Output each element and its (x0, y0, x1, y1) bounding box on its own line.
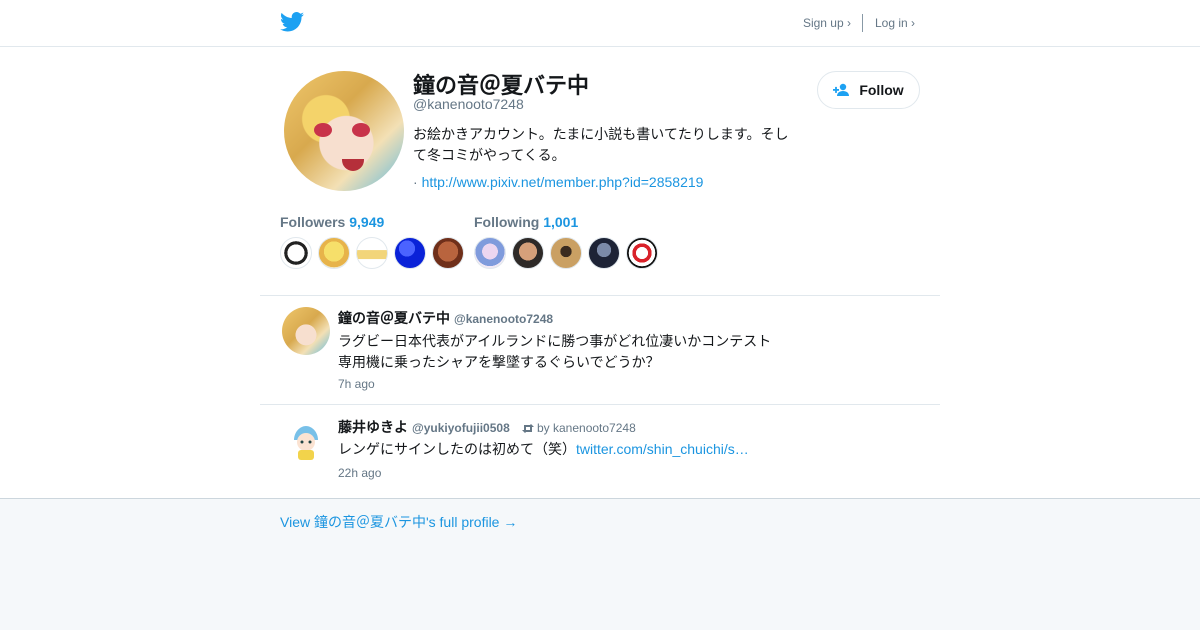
followers-label: Followers (280, 214, 346, 230)
avatar-mouth (342, 159, 364, 171)
tweet-author-handle: @yukiyofujii0508 (412, 421, 510, 435)
full-profile-link[interactable]: View 鐘の音＠夏バテ中's full profile → (280, 512, 517, 532)
retweet-icon (521, 424, 534, 433)
tweet-avatar[interactable] (282, 416, 330, 464)
followers-count: 9,949 (349, 214, 385, 230)
divider (260, 295, 940, 296)
follow-label: Follow (859, 82, 904, 98)
followers-stat[interactable]: Followers 9,949 (280, 214, 384, 230)
following-avatar[interactable] (550, 237, 582, 269)
retweet-info: by kanenooto7248 (521, 421, 636, 435)
avatar-eye-right (352, 123, 370, 137)
tweet-text: ラグビー日本代表がアイルランドに勝つ事がどれ位凄いかコンテスト 専用機に乗ったシ… (338, 331, 778, 373)
tweet-text-body: レンゲにサインしたのは初めて（笑） (338, 441, 576, 457)
follower-avatar[interactable] (356, 237, 388, 269)
nav-divider (861, 14, 863, 32)
tweet-text-line: 専用機に乗ったシャアを撃墜するぐらいでどうか？ (338, 354, 660, 370)
top-nav: Sign up › Log in › (803, 14, 915, 32)
link-prefix: · (413, 174, 418, 190)
retweet-by: by kanenooto7248 (536, 421, 636, 435)
tweet-author[interactable]: 藤井ゆきよ @yukiyofujii0508 by kanenooto7248 (338, 417, 636, 437)
follower-avatar[interactable] (394, 237, 426, 269)
profile-handle[interactable]: @kanenooto7248 (413, 96, 524, 112)
twitter-bird-icon[interactable] (280, 11, 304, 33)
profile-website-link[interactable]: http://www.pixiv.net/member.php?id=28582… (422, 174, 704, 190)
tweet-timestamp[interactable]: 7h ago (338, 377, 375, 391)
profile-bio: お絵かきアカウント。たまに小説も書いてたりします。そして冬コミがやってくる。 (413, 126, 789, 163)
tweet-author[interactable]: 鐘の音＠夏バテ中 @kanenooto7248 (338, 308, 553, 328)
log-in-link[interactable]: Log in › (875, 16, 915, 30)
add-user-icon (833, 83, 850, 96)
tweet-link[interactable]: twitter.com/shin_chuichi/s… (576, 441, 749, 457)
top-bar: Sign up › Log in › (0, 0, 1200, 47)
following-avatar[interactable] (626, 237, 658, 269)
follower-avatar[interactable] (432, 237, 464, 269)
tweet-author-name: 藤井ゆきよ (338, 419, 408, 435)
profile-avatar[interactable] (284, 71, 404, 191)
avatar-eye-left (314, 123, 332, 137)
chibi-avatar-icon (294, 426, 318, 460)
following-avatar[interactable] (588, 237, 620, 269)
tweet-text-line: ラグビー日本代表がアイルランドに勝つ事がどれ位凄いかコンテスト (338, 333, 772, 349)
tweet-author-handle: @kanenooto7248 (454, 312, 554, 326)
follower-avatar[interactable] (280, 237, 312, 269)
following-label: Following (474, 214, 540, 230)
following-count: 1,001 (543, 214, 579, 230)
tweet-text: レンゲにサインしたのは初めて（笑）twitter.com/shin_chuich… (338, 439, 778, 460)
sign-up-link[interactable]: Sign up › (803, 16, 851, 30)
tweet-avatar[interactable] (282, 307, 330, 355)
tweet-timestamp[interactable]: 22h ago (338, 466, 381, 480)
profile-link-row: · http://www.pixiv.net/member.php?id=285… (413, 174, 703, 190)
tweet-author-name: 鐘の音＠夏バテ中 (338, 310, 450, 326)
follow-button[interactable]: Follow (817, 71, 920, 109)
follower-avatar[interactable] (318, 237, 350, 269)
following-stat[interactable]: Following 1,001 (474, 214, 578, 230)
divider (260, 404, 940, 405)
following-avatar[interactable] (474, 237, 506, 269)
following-avatar[interactable] (512, 237, 544, 269)
